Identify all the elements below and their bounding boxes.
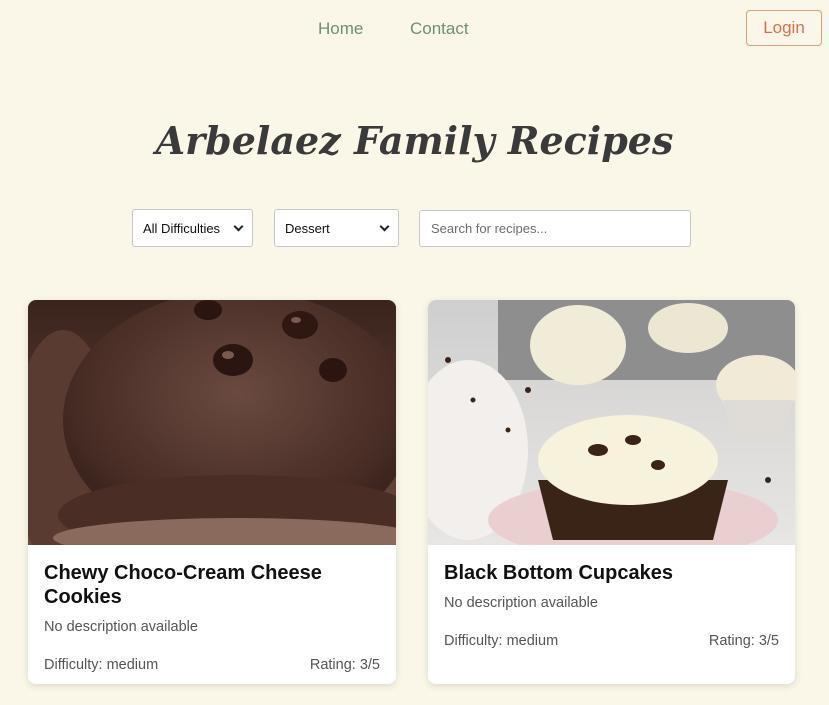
search-input[interactable] [419, 210, 691, 247]
nav-contact-link[interactable]: Contact [410, 19, 469, 39]
page-title: Arbelaez Family Recipes [155, 118, 674, 163]
chocolate-cookie-image [28, 300, 396, 545]
recipe-description: No description available [44, 619, 198, 635]
chevron-down-icon [233, 221, 244, 231]
recipe-title: Black Bottom Cupcakes [444, 562, 673, 584]
nav-home-link[interactable]: Home [318, 19, 363, 39]
recipe-rating: Rating: 3/5 [309, 657, 380, 673]
card-body: Chewy Choco-Cream Cheese Cookies No desc… [28, 545, 396, 673]
recipe-title: Chewy Choco-Cream Cheese Cookies [44, 562, 322, 608]
chevron-down-icon [379, 221, 390, 231]
login-button[interactable]: Login [746, 10, 822, 46]
category-select-value: Dessert [285, 220, 330, 236]
cupcake-image [428, 300, 795, 545]
recipe-difficulty: Difficulty: medium [444, 633, 559, 649]
recipe-meta: Difficulty: medium Rating: 3/5 [444, 633, 779, 649]
recipe-meta: Difficulty: medium Rating: 3/5 [44, 657, 380, 673]
card-body: Black Bottom Cupcakes No description ava… [428, 545, 795, 649]
recipe-description: No description available [444, 595, 598, 611]
recipe-card[interactable]: Black Bottom Cupcakes No description ava… [428, 300, 795, 684]
recipe-difficulty: Difficulty: medium [44, 657, 159, 673]
top-nav: Home Contact Login [0, 0, 829, 60]
difficulty-select[interactable]: All Difficulties [132, 209, 253, 247]
difficulty-select-value: All Difficulties [143, 220, 221, 236]
recipe-card[interactable]: Chewy Choco-Cream Cheese Cookies No desc… [28, 300, 396, 684]
category-select[interactable]: Dessert [274, 209, 399, 247]
recipe-rating: Rating: 3/5 [708, 633, 779, 649]
